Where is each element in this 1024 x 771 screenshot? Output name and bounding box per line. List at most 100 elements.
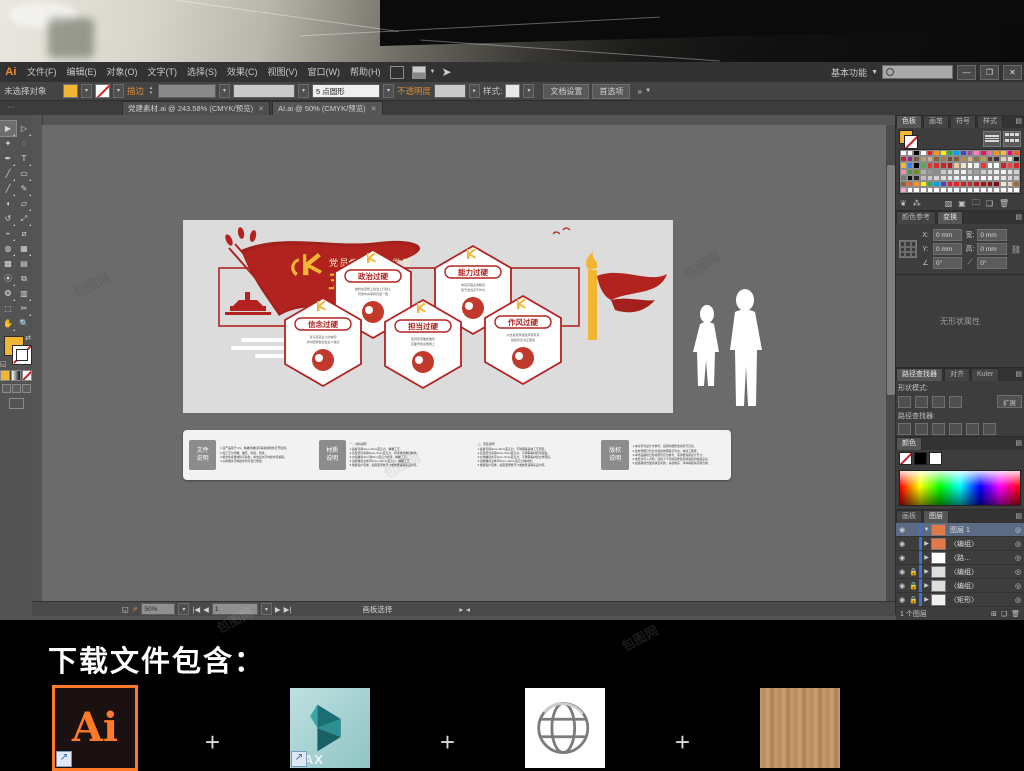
transform-angle-field[interactable]: 0° (933, 257, 963, 270)
paintbrush-tool[interactable]: ╱ (0, 181, 16, 196)
menu-object[interactable]: 对象(O) (102, 62, 143, 82)
brush-definition-field[interactable]: 5 点圆形 (312, 84, 381, 98)
layer-name[interactable]: 图层 1 (946, 525, 1012, 535)
blob-brush-tool[interactable]: ◖ (0, 196, 16, 211)
tab-transform[interactable]: 变换 (937, 211, 963, 225)
scale-figures[interactable] (687, 278, 777, 408)
new-layer-icon[interactable]: ❏ (1001, 610, 1007, 618)
document-canvas[interactable]: 党员干部必须做到 五个过硬 (42, 125, 886, 601)
search-input[interactable] (882, 65, 953, 79)
wood-material-icon[interactable] (760, 688, 840, 768)
control-overflow-button[interactable]: » (637, 86, 642, 96)
trim-button[interactable] (915, 423, 928, 436)
white-swatch[interactable] (929, 452, 942, 466)
draw-normal-button[interactable] (1, 384, 11, 393)
merge-button[interactable] (932, 423, 945, 436)
canvas-area[interactable]: 党员干部必须做到 五个过硬 (32, 115, 896, 615)
show-kinds-icon[interactable]: ▨ (945, 199, 953, 208)
selection-tool[interactable]: ▶ (0, 120, 17, 137)
panel-menu-icon[interactable]: ▤ (1015, 117, 1022, 125)
zoom-dropdown-icon[interactable]: ▾ (178, 603, 190, 615)
type-tool[interactable]: T (16, 151, 32, 166)
pen-tool[interactable]: ✒ (0, 151, 16, 166)
rotate-tool[interactable]: ↺ (0, 211, 16, 226)
opacity-dropdown-icon[interactable]: ▸ (469, 84, 481, 98)
brush-definition-dropdown-icon[interactable]: ▾ (383, 84, 395, 98)
menu-edit[interactable]: 编辑(E) (62, 62, 102, 82)
menu-effect[interactable]: 效果(C) (222, 62, 263, 82)
reference-point-proxy[interactable] (899, 240, 917, 259)
none-swatch[interactable] (899, 452, 912, 466)
scale-tool[interactable]: ⤢ (16, 211, 32, 226)
eye-icon[interactable]: ◉ (896, 596, 908, 604)
stroke-label[interactable]: 描边 (127, 85, 144, 97)
document-setup-button[interactable]: 文档设置 (543, 83, 590, 99)
panel-menu-icon[interactable]: ▤ (1015, 370, 1022, 378)
chevron-down-icon[interactable]: ▼ (645, 88, 651, 94)
lock-icon[interactable]: 🔒 (908, 596, 919, 604)
close-icon[interactable]: ✕ (258, 105, 264, 113)
eye-icon[interactable]: ◉ (896, 582, 908, 590)
exclude-button[interactable] (949, 395, 962, 408)
swatch-cell[interactable] (939, 187, 947, 194)
ai-file-icon[interactable]: Ai ↗ (52, 685, 138, 771)
swap-fill-stroke-icon[interactable]: ⇄ (25, 334, 31, 342)
column-graph-tool[interactable]: ▥ (16, 286, 32, 301)
transform-h-field[interactable]: 0 mm (977, 243, 1007, 256)
stroke-weight-field[interactable] (158, 84, 217, 98)
chevron-down-icon[interactable]: ▼ (430, 69, 436, 75)
layer-row[interactable]: ◉ ▶ 〈路… ◎ (896, 551, 1024, 566)
disclosure-triangle-icon[interactable]: ▼ (922, 527, 931, 533)
grid-view-icon[interactable] (1003, 130, 1021, 147)
target-indicator-icon[interactable]: ◎ (1012, 554, 1024, 562)
web-file-icon[interactable] (525, 688, 605, 768)
transform-y-field[interactable]: 0 mm (933, 243, 963, 256)
tab-color[interactable]: 颜色 (896, 437, 922, 451)
menu-file[interactable]: 文件(F) (22, 62, 62, 82)
delete-swatch-icon[interactable]: 🗑 (999, 199, 1009, 208)
bridge-icon[interactable] (389, 65, 404, 79)
color-mode-button[interactable] (0, 370, 10, 381)
draw-behind-button[interactable] (11, 384, 21, 393)
slice-tool[interactable]: ✂ (16, 301, 32, 316)
workspace-label[interactable]: 基本功能 (831, 66, 867, 79)
3dsmax-file-icon[interactable]: MAX ↗ (290, 688, 370, 768)
color-spectrum-ramp[interactable] (899, 470, 1021, 507)
direct-selection-tool[interactable]: ▷ (16, 121, 32, 136)
swatch-cell[interactable] (906, 187, 914, 194)
document-tab-2[interactable]: AI.ai @ 50% (CMYK/预览) ✕ (272, 101, 383, 115)
panel-menu-icon[interactable]: ▤ (1015, 512, 1022, 520)
pencil-tool[interactable]: ✎ (16, 181, 32, 196)
swatch-cell[interactable] (986, 187, 994, 194)
swatch-cell[interactable] (959, 187, 967, 194)
menu-window[interactable]: 窗口(W) (303, 62, 346, 82)
stroke-profile-field[interactable] (233, 84, 296, 98)
panel-collapse-handle[interactable]: ⋯ (0, 101, 22, 115)
layer-name[interactable]: 〈矩形〉 (946, 595, 1012, 605)
eraser-tool[interactable]: ▱ (16, 196, 32, 211)
intersect-button[interactable] (932, 395, 945, 408)
swatch-cell[interactable] (900, 187, 907, 194)
new-sublayer-icon[interactable]: ⊞ (991, 610, 997, 618)
tab-styles[interactable]: 样式 (977, 115, 1003, 128)
constrain-proportions-icon[interactable]: ⛓ (1011, 245, 1021, 254)
line-segment-tool[interactable]: ╱ (0, 166, 16, 181)
target-indicator-icon[interactable]: ◎ (1012, 582, 1024, 590)
specs-info-bar[interactable]: 文件 说明 1.该产品用于 CS、精雕浮雕刻字等常用软件打开使用。 2.如工艺为浮… (183, 430, 731, 480)
disclosure-triangle-icon[interactable]: ▶ (922, 540, 931, 547)
fill-color-swatch[interactable] (63, 84, 78, 98)
disclosure-triangle-icon[interactable]: ▶ (922, 568, 931, 575)
stroke-profile-dropdown-icon[interactable]: ▾ (298, 84, 310, 98)
close-button[interactable]: ✕ (1003, 64, 1022, 80)
fill-dropdown-icon[interactable]: ▾ (81, 84, 92, 98)
arrange-documents-icon[interactable] (411, 65, 426, 79)
blend-tool[interactable]: ⧉ (16, 271, 32, 286)
swatch-cell[interactable] (946, 187, 954, 194)
target-indicator-icon[interactable]: ◎ (1012, 596, 1024, 604)
tab-symbols[interactable]: 符号 (950, 115, 976, 128)
status-menu-icon[interactable]: ▸ (459, 605, 463, 614)
minus-back-button[interactable] (983, 423, 996, 436)
style-dropdown-icon[interactable]: ▾ (523, 84, 535, 98)
swatch-library-icon[interactable]: ❦ (900, 199, 907, 208)
last-artboard-icon[interactable]: ▶| (284, 605, 292, 614)
